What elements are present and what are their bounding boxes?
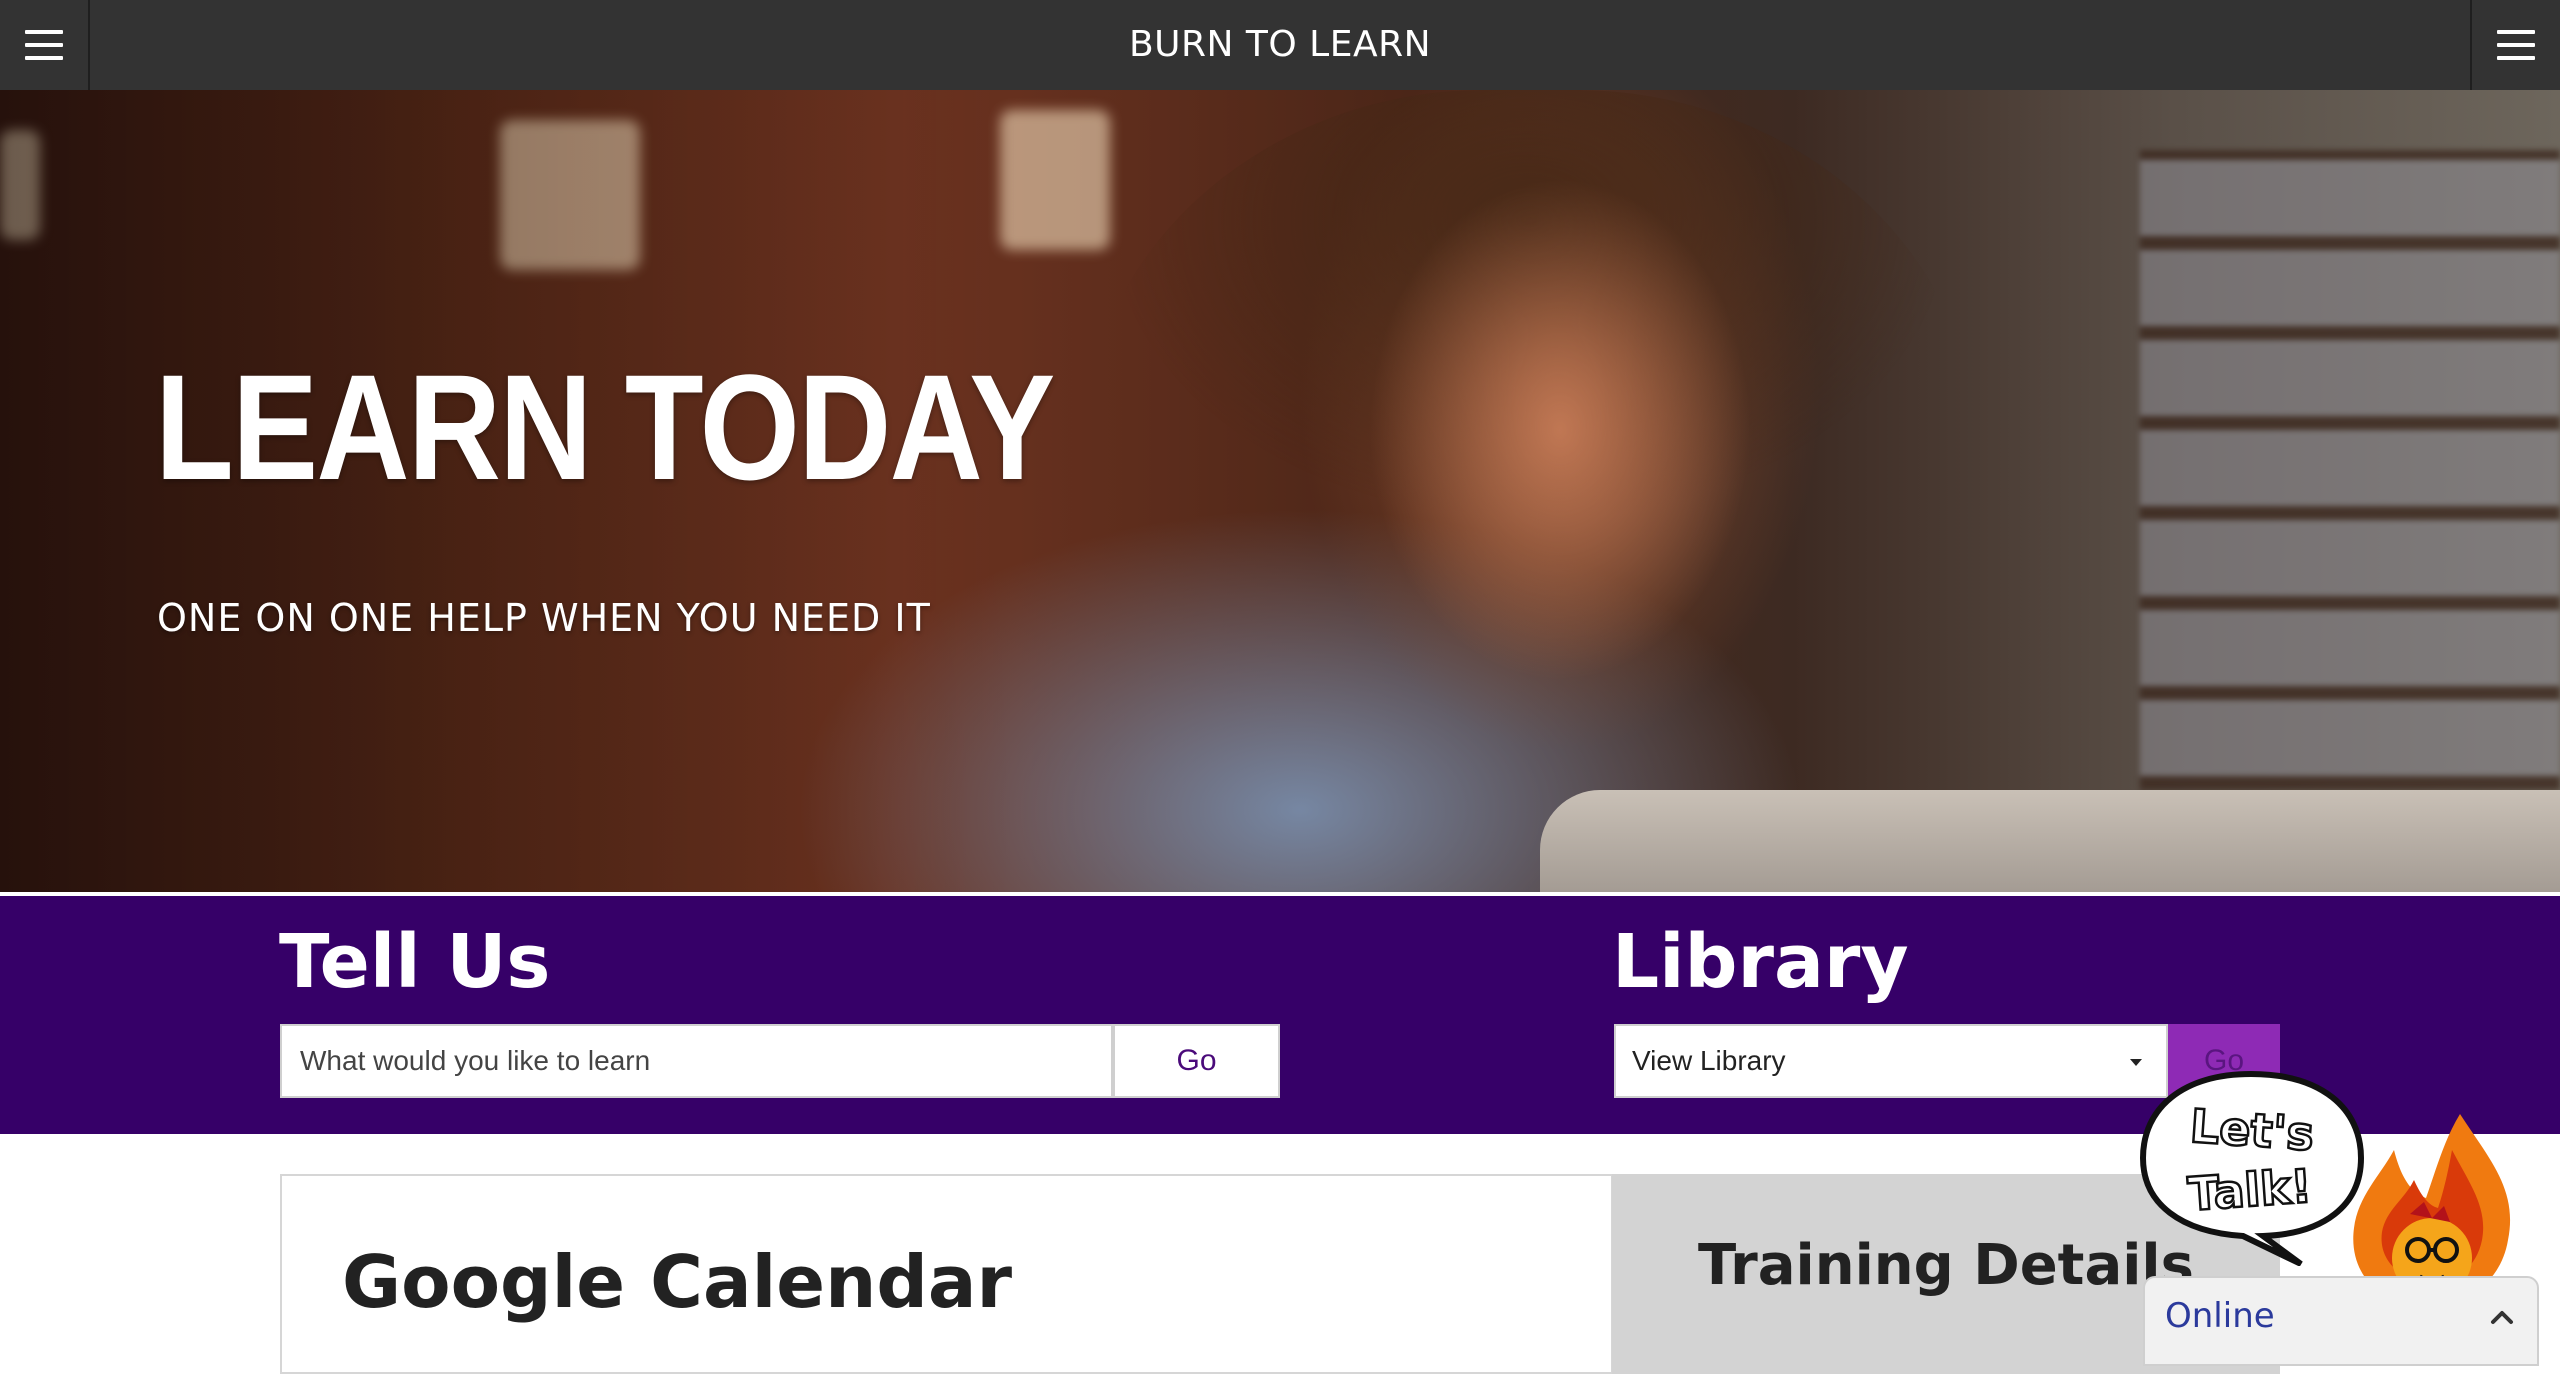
left-menu-button[interactable] [0,0,90,90]
svg-text:Let's: Let's [2188,1099,2315,1162]
tell-us-go-button[interactable]: Go [1113,1024,1280,1098]
calendar-title: Google Calendar [342,1240,1012,1324]
right-menu-button[interactable] [2470,0,2560,90]
svg-text:Talk!: Talk! [2186,1159,2313,1222]
site-title: BURN TO LEARN [1128,24,1432,65]
library-select[interactable]: View Library [1614,1024,2168,1098]
chat-status-text: Online [2165,1296,2275,1336]
learn-topic-input[interactable] [280,1024,1113,1098]
chevron-up-icon[interactable] [2489,1304,2515,1330]
lets-talk-bubble-icon[interactable]: Let's Talk! [2133,1066,2369,1266]
hamburger-menu-icon [2497,30,2535,60]
hero-banner: LEARN TODAY ONE ON ONE HELP WHEN YOU NEE… [0,90,2560,892]
chat-status-bar[interactable]: Online [2143,1276,2539,1366]
top-navigation-bar: BURN TO LEARN [0,0,2560,90]
google-calendar-panel: Google Calendar [280,1174,1613,1374]
hero-subheadline: ONE ON ONE HELP WHEN YOU NEED IT [157,596,931,640]
tell-us-heading: Tell Us [279,919,551,1005]
caret-down-icon [2130,1059,2142,1066]
hero-headline: LEARN TODAY [155,343,1055,511]
library-select-value: View Library [1632,1045,1786,1076]
library-heading: Library [1612,919,1909,1005]
hamburger-menu-icon [25,30,63,60]
